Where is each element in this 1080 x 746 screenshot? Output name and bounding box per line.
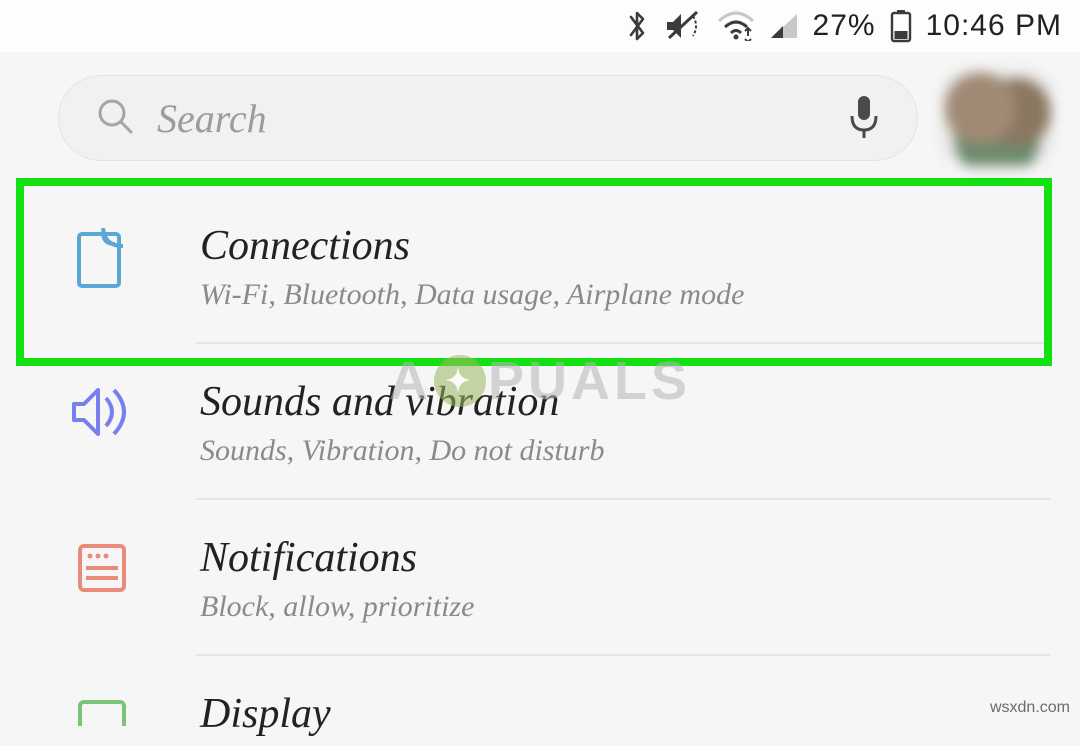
settings-item-display[interactable]: Display <box>0 656 1080 746</box>
battery-percentage: 27% <box>813 9 876 43</box>
status-clock: 10:46 PM <box>926 9 1062 43</box>
item-title: Notifications <box>200 534 1040 582</box>
settings-search-field[interactable]: Search <box>58 75 918 161</box>
source-credit: wsxdn.com <box>990 699 1070 717</box>
sounds-icon <box>70 378 134 440</box>
search-placeholder: Search <box>157 95 267 142</box>
item-title: Sounds and vibration <box>200 378 1040 426</box>
search-row: Search <box>0 52 1080 188</box>
settings-item-sounds[interactable]: Sounds and vibration Sounds, Vibration, … <box>0 344 1080 498</box>
search-icon <box>95 96 135 141</box>
item-subtitle: Block, allow, prioritize <box>200 590 1040 624</box>
status-bar: 27% 10:46 PM <box>0 0 1080 52</box>
settings-item-connections[interactable]: Connections Wi-Fi, Bluetooth, Data usage… <box>0 188 1080 342</box>
connections-icon <box>70 222 134 292</box>
item-title: Connections <box>200 222 1040 270</box>
mute-vibrate-icon <box>663 10 703 42</box>
item-subtitle: Sounds, Vibration, Do not disturb <box>200 434 1040 468</box>
item-subtitle: Wi-Fi, Bluetooth, Data usage, Airplane m… <box>200 278 1040 312</box>
voice-search-icon[interactable] <box>847 92 881 145</box>
profile-avatar[interactable] <box>942 70 1052 166</box>
item-title: Display <box>200 690 1040 738</box>
wifi-icon <box>717 11 755 41</box>
settings-list: Connections Wi-Fi, Bluetooth, Data usage… <box>0 188 1080 746</box>
battery-icon <box>890 9 912 43</box>
notifications-icon <box>70 534 134 596</box>
settings-item-notifications[interactable]: Notifications Block, allow, prioritize <box>0 500 1080 654</box>
bluetooth-icon <box>625 9 649 43</box>
cell-signal-icon <box>769 12 799 40</box>
